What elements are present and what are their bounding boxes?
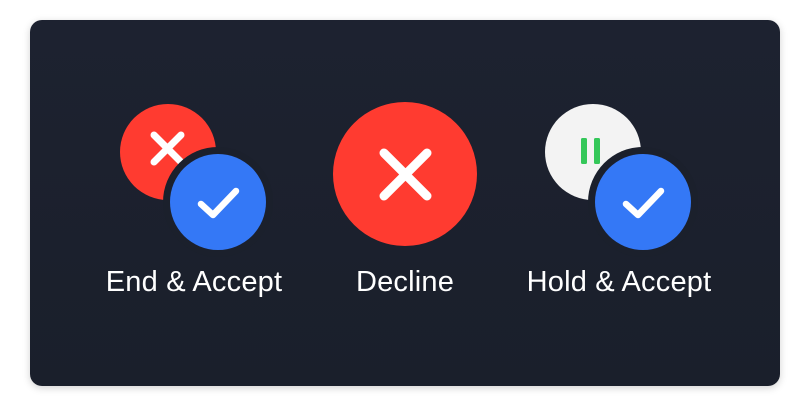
end-and-accept-action[interactable]: End & Accept bbox=[94, 104, 294, 324]
close-icon bbox=[379, 148, 432, 201]
decline-action[interactable]: Decline bbox=[322, 102, 488, 324]
call-action-panel: End & Accept Decline Hold & Accept bbox=[30, 20, 780, 386]
check-icon bbox=[197, 187, 240, 219]
decline-call-icon bbox=[333, 102, 477, 246]
hold-and-accept-label: Hold & Accept bbox=[526, 266, 712, 298]
accept-call-icon bbox=[170, 154, 266, 250]
decline-label: Decline bbox=[355, 266, 455, 298]
hold-and-accept-action[interactable]: Hold & Accept bbox=[512, 104, 726, 324]
end-and-accept-label: End & Accept bbox=[105, 266, 283, 298]
check-icon bbox=[622, 187, 665, 219]
accept-call-icon bbox=[595, 154, 691, 250]
